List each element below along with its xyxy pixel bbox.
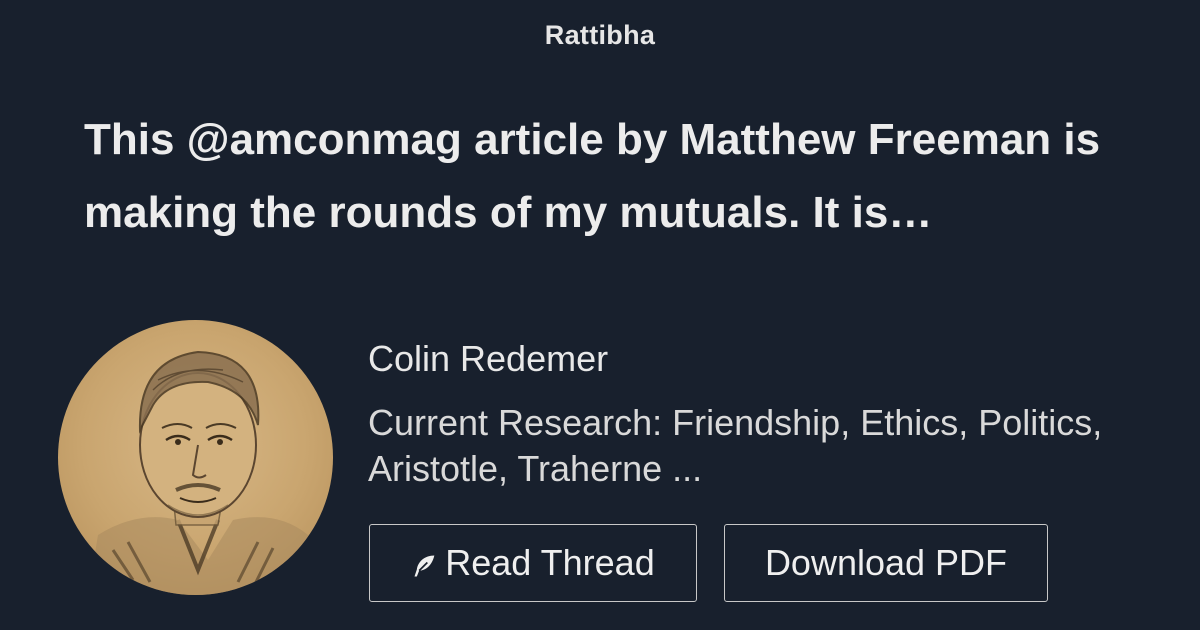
- download-pdf-label: Download PDF: [764, 542, 1008, 583]
- thread-title: This @amconmag article by Matthew Freema…: [84, 115, 1101, 237]
- read-thread-label: Read Thread: [445, 542, 655, 583]
- read-thread-button[interactable]: Read Thread: [369, 524, 697, 602]
- download-pdf-button[interactable]: Download PDF: [724, 524, 1048, 602]
- avatar: [58, 320, 333, 595]
- brand-name: Rattibha: [544, 20, 656, 50]
- avatar-sketch-image: [88, 350, 320, 595]
- feather-icon: [414, 555, 435, 577]
- author-bio: Current Research: Friendship, Ethics, Po…: [368, 402, 1103, 489]
- author-name: Colin Redemer: [368, 338, 609, 379]
